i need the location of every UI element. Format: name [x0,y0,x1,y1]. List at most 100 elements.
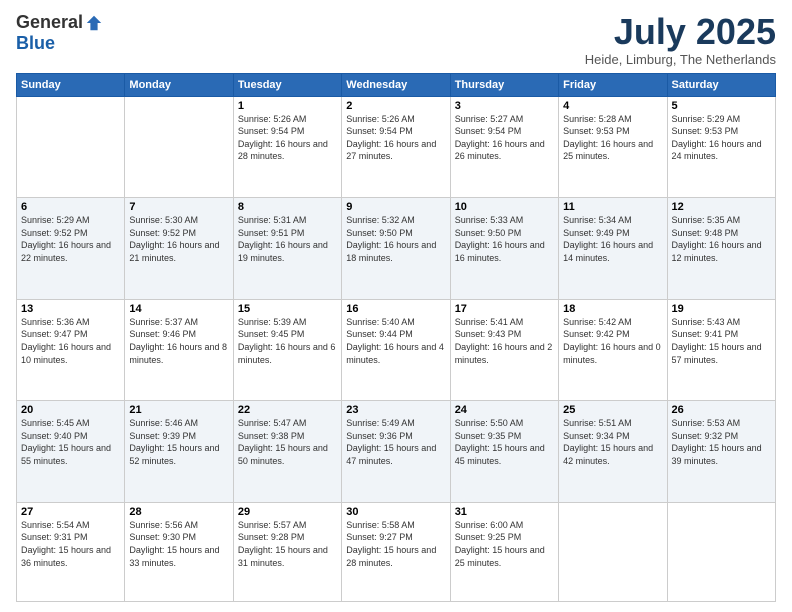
table-row: 31Sunrise: 6:00 AMSunset: 9:25 PMDayligh… [450,502,558,601]
table-row: 24Sunrise: 5:50 AMSunset: 9:35 PMDayligh… [450,401,558,503]
day-info: Sunrise: 5:27 AMSunset: 9:54 PMDaylight:… [455,113,554,163]
day-info: Sunrise: 5:29 AMSunset: 9:53 PMDaylight:… [672,113,771,163]
day-info: Sunrise: 5:28 AMSunset: 9:53 PMDaylight:… [563,113,662,163]
table-row [559,502,667,601]
day-number: 3 [455,100,554,112]
day-number: 24 [455,404,554,416]
calendar-table: Sunday Monday Tuesday Wednesday Thursday… [16,73,776,602]
calendar-week-row: 20Sunrise: 5:45 AMSunset: 9:40 PMDayligh… [17,401,776,503]
table-row: 12Sunrise: 5:35 AMSunset: 9:48 PMDayligh… [667,198,775,300]
day-info: Sunrise: 5:34 AMSunset: 9:49 PMDaylight:… [563,214,662,264]
day-info: Sunrise: 5:29 AMSunset: 9:52 PMDaylight:… [21,214,120,264]
table-row: 15Sunrise: 5:39 AMSunset: 9:45 PMDayligh… [233,299,341,401]
day-number: 31 [455,506,554,518]
day-info: Sunrise: 5:47 AMSunset: 9:38 PMDaylight:… [238,417,337,467]
table-row: 9Sunrise: 5:32 AMSunset: 9:50 PMDaylight… [342,198,450,300]
table-row: 20Sunrise: 5:45 AMSunset: 9:40 PMDayligh… [17,401,125,503]
col-wednesday: Wednesday [342,73,450,96]
table-row: 21Sunrise: 5:46 AMSunset: 9:39 PMDayligh… [125,401,233,503]
day-number: 30 [346,506,445,518]
table-row: 19Sunrise: 5:43 AMSunset: 9:41 PMDayligh… [667,299,775,401]
month-title: July 2025 [585,12,776,52]
table-row: 16Sunrise: 5:40 AMSunset: 9:44 PMDayligh… [342,299,450,401]
logo-general-text: General [16,12,83,33]
table-row: 2Sunrise: 5:26 AMSunset: 9:54 PMDaylight… [342,96,450,198]
day-number: 26 [672,404,771,416]
day-info: Sunrise: 5:36 AMSunset: 9:47 PMDaylight:… [21,316,120,366]
logo-icon [85,14,103,32]
day-info: Sunrise: 5:33 AMSunset: 9:50 PMDaylight:… [455,214,554,264]
table-row: 23Sunrise: 5:49 AMSunset: 9:36 PMDayligh… [342,401,450,503]
day-number: 19 [672,303,771,315]
table-row: 7Sunrise: 5:30 AMSunset: 9:52 PMDaylight… [125,198,233,300]
table-row: 11Sunrise: 5:34 AMSunset: 9:49 PMDayligh… [559,198,667,300]
calendar-week-row: 27Sunrise: 5:54 AMSunset: 9:31 PMDayligh… [17,502,776,601]
table-row: 4Sunrise: 5:28 AMSunset: 9:53 PMDaylight… [559,96,667,198]
day-number: 11 [563,201,662,213]
calendar-week-row: 1Sunrise: 5:26 AMSunset: 9:54 PMDaylight… [17,96,776,198]
header-right: July 2025 Heide, Limburg, The Netherland… [585,12,776,67]
day-info: Sunrise: 5:56 AMSunset: 9:30 PMDaylight:… [129,519,228,569]
table-row: 8Sunrise: 5:31 AMSunset: 9:51 PMDaylight… [233,198,341,300]
table-row: 27Sunrise: 5:54 AMSunset: 9:31 PMDayligh… [17,502,125,601]
day-info: Sunrise: 5:53 AMSunset: 9:32 PMDaylight:… [672,417,771,467]
table-row [125,96,233,198]
logo: General Blue [16,12,103,54]
location: Heide, Limburg, The Netherlands [585,52,776,67]
table-row: 28Sunrise: 5:56 AMSunset: 9:30 PMDayligh… [125,502,233,601]
day-number: 10 [455,201,554,213]
table-row: 3Sunrise: 5:27 AMSunset: 9:54 PMDaylight… [450,96,558,198]
table-row [17,96,125,198]
day-info: Sunrise: 5:51 AMSunset: 9:34 PMDaylight:… [563,417,662,467]
table-row: 14Sunrise: 5:37 AMSunset: 9:46 PMDayligh… [125,299,233,401]
day-number: 15 [238,303,337,315]
table-row: 22Sunrise: 5:47 AMSunset: 9:38 PMDayligh… [233,401,341,503]
table-row: 6Sunrise: 5:29 AMSunset: 9:52 PMDaylight… [17,198,125,300]
col-tuesday: Tuesday [233,73,341,96]
calendar-header-row: Sunday Monday Tuesday Wednesday Thursday… [17,73,776,96]
day-info: Sunrise: 6:00 AMSunset: 9:25 PMDaylight:… [455,519,554,569]
table-row: 30Sunrise: 5:58 AMSunset: 9:27 PMDayligh… [342,502,450,601]
col-friday: Friday [559,73,667,96]
calendar-week-row: 6Sunrise: 5:29 AMSunset: 9:52 PMDaylight… [17,198,776,300]
day-info: Sunrise: 5:54 AMSunset: 9:31 PMDaylight:… [21,519,120,569]
day-number: 13 [21,303,120,315]
col-saturday: Saturday [667,73,775,96]
table-row: 10Sunrise: 5:33 AMSunset: 9:50 PMDayligh… [450,198,558,300]
day-info: Sunrise: 5:46 AMSunset: 9:39 PMDaylight:… [129,417,228,467]
table-row: 5Sunrise: 5:29 AMSunset: 9:53 PMDaylight… [667,96,775,198]
day-number: 23 [346,404,445,416]
day-info: Sunrise: 5:26 AMSunset: 9:54 PMDaylight:… [346,113,445,163]
col-sunday: Sunday [17,73,125,96]
day-info: Sunrise: 5:30 AMSunset: 9:52 PMDaylight:… [129,214,228,264]
day-info: Sunrise: 5:31 AMSunset: 9:51 PMDaylight:… [238,214,337,264]
table-row: 1Sunrise: 5:26 AMSunset: 9:54 PMDaylight… [233,96,341,198]
day-number: 27 [21,506,120,518]
day-info: Sunrise: 5:45 AMSunset: 9:40 PMDaylight:… [21,417,120,467]
day-info: Sunrise: 5:32 AMSunset: 9:50 PMDaylight:… [346,214,445,264]
table-row: 18Sunrise: 5:42 AMSunset: 9:42 PMDayligh… [559,299,667,401]
day-number: 9 [346,201,445,213]
day-number: 14 [129,303,228,315]
day-info: Sunrise: 5:35 AMSunset: 9:48 PMDaylight:… [672,214,771,264]
col-monday: Monday [125,73,233,96]
day-info: Sunrise: 5:40 AMSunset: 9:44 PMDaylight:… [346,316,445,366]
day-number: 1 [238,100,337,112]
day-info: Sunrise: 5:39 AMSunset: 9:45 PMDaylight:… [238,316,337,366]
day-number: 20 [21,404,120,416]
day-info: Sunrise: 5:42 AMSunset: 9:42 PMDaylight:… [563,316,662,366]
day-number: 4 [563,100,662,112]
day-number: 28 [129,506,228,518]
table-row: 13Sunrise: 5:36 AMSunset: 9:47 PMDayligh… [17,299,125,401]
page: General Blue July 2025 Heide, Limburg, T… [0,0,792,612]
day-info: Sunrise: 5:49 AMSunset: 9:36 PMDaylight:… [346,417,445,467]
day-number: 7 [129,201,228,213]
table-row [667,502,775,601]
table-row: 26Sunrise: 5:53 AMSunset: 9:32 PMDayligh… [667,401,775,503]
day-number: 17 [455,303,554,315]
day-info: Sunrise: 5:43 AMSunset: 9:41 PMDaylight:… [672,316,771,366]
logo-blue-text: Blue [16,33,55,54]
day-info: Sunrise: 5:41 AMSunset: 9:43 PMDaylight:… [455,316,554,366]
day-info: Sunrise: 5:26 AMSunset: 9:54 PMDaylight:… [238,113,337,163]
day-number: 25 [563,404,662,416]
